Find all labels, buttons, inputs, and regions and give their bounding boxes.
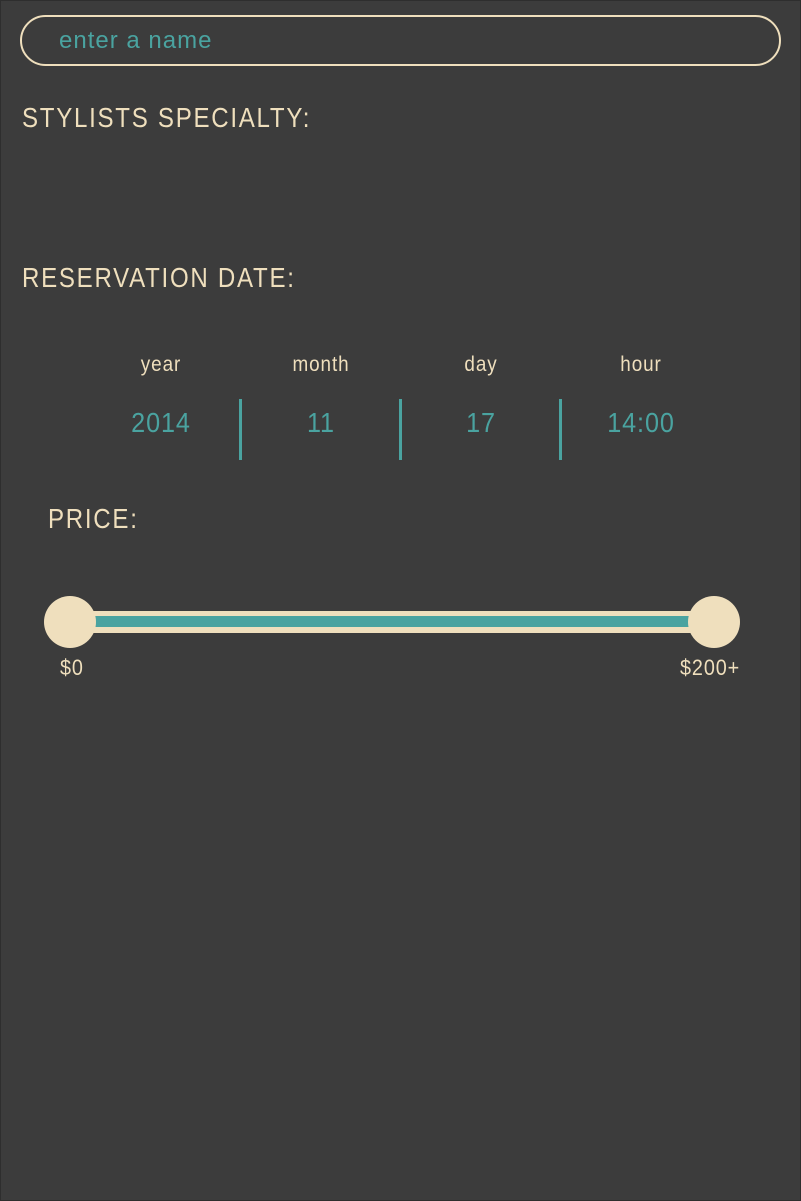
slider-max-handle[interactable] — [688, 596, 740, 648]
price-min-label: $0 — [60, 655, 84, 680]
price-max-label: $200+ — [680, 655, 741, 680]
stylists-specialty-label: STYLISTS SPECIALTY: — [22, 102, 312, 133]
month-picker[interactable]: month 11 — [241, 350, 401, 460]
day-picker[interactable]: day 17 — [401, 350, 561, 460]
hour-value[interactable]: 14:00 — [569, 406, 713, 440]
year-value[interactable]: 2014 — [89, 406, 233, 440]
price-label: PRICE: — [48, 503, 139, 534]
day-value[interactable]: 17 — [409, 406, 553, 440]
hour-picker[interactable]: hour 14:00 — [561, 350, 721, 460]
month-value[interactable]: 11 — [249, 406, 393, 440]
date-picker: year 2014 month 11 day 17 hour 14:00 — [81, 350, 721, 460]
price-range-slider[interactable] — [44, 596, 740, 648]
month-header: month — [292, 353, 350, 376]
year-header: year — [140, 353, 182, 376]
reservation-date-label: RESERVATION DATE: — [22, 262, 296, 293]
slider-min-handle[interactable] — [44, 596, 96, 648]
day-header: day — [464, 353, 498, 376]
year-picker[interactable]: year 2014 — [81, 350, 241, 460]
name-input[interactable] — [20, 15, 781, 66]
slider-selected-range — [70, 616, 714, 627]
hour-header: hour — [620, 353, 662, 376]
